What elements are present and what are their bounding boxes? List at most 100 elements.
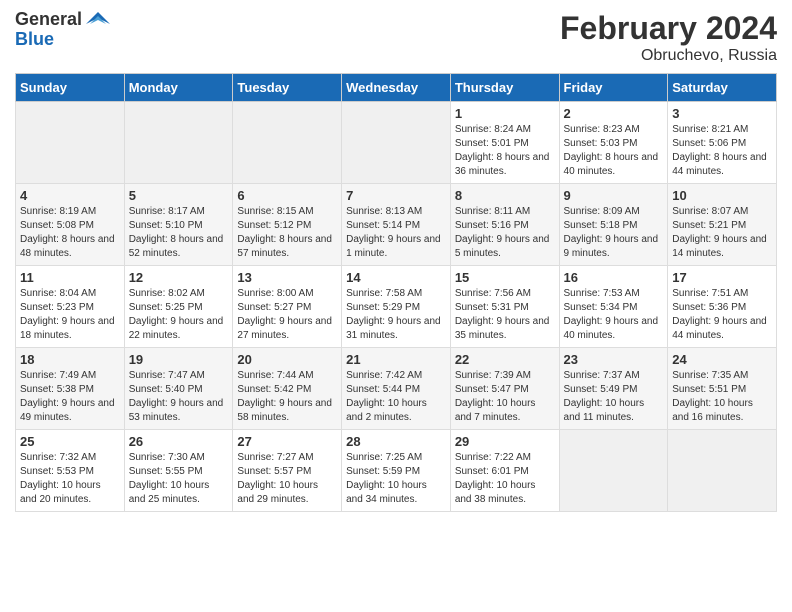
day-number: 21 bbox=[346, 352, 446, 367]
day-cell: 18Sunrise: 7:49 AM Sunset: 5:38 PM Dayli… bbox=[16, 348, 125, 430]
day-info: Sunrise: 7:42 AM Sunset: 5:44 PM Dayligh… bbox=[346, 369, 446, 425]
day-number: 10 bbox=[672, 188, 772, 203]
day-cell: 4Sunrise: 8:19 AM Sunset: 5:08 PM Daylig… bbox=[16, 184, 125, 266]
logo: General Blue bbox=[15, 10, 110, 50]
day-cell: 29 Sunrise: 7:22 AM Sunset: 6:01 PM Dayli… bbox=[450, 430, 559, 512]
day-number: 9 bbox=[564, 188, 664, 203]
day-info: Sunrise: 8:02 AM Sunset: 5:25 PM Dayligh… bbox=[129, 287, 229, 343]
day-cell: 11 Sunrise: 8:04 AM Sunset: 5:23 PM Dayli… bbox=[16, 266, 125, 348]
header-tuesday: Tuesday bbox=[233, 74, 342, 102]
day-info: Sunrise: 8:13 AM Sunset: 5:14 PM Dayligh… bbox=[346, 205, 446, 261]
main-title: February 2024 bbox=[560, 10, 777, 47]
day-cell: 12 Sunrise: 8:02 AM Sunset: 5:25 PM Dayli… bbox=[124, 266, 233, 348]
day-cell bbox=[668, 430, 777, 512]
day-cell: 3Sunrise: 8:21 AM Sunset: 5:06 PM Daylig… bbox=[668, 102, 777, 184]
day-cell: 6Sunrise: 8:15 AM Sunset: 5:12 PM Daylig… bbox=[233, 184, 342, 266]
day-cell: 13 Sunrise: 8:00 AM Sunset: 5:27 PM Dayli… bbox=[233, 266, 342, 348]
header-row: General Blue February 2024 Obruchevo, Ru… bbox=[15, 10, 777, 65]
day-cell bbox=[559, 430, 668, 512]
day-info: Sunrise: 7:47 AM Sunset: 5:40 PM Dayligh… bbox=[129, 369, 229, 425]
day-number: 20 bbox=[237, 352, 337, 367]
day-number: 5 bbox=[129, 188, 229, 203]
calendar-header: Sunday Monday Tuesday Wednesday Thursday… bbox=[16, 74, 777, 102]
day-cell bbox=[124, 102, 233, 184]
header-monday: Monday bbox=[124, 74, 233, 102]
day-info: Sunrise: 7:25 AM Sunset: 5:59 PM Dayligh… bbox=[346, 451, 446, 507]
day-cell: 25 Sunrise: 7:32 AM Sunset: 5:53 PM Dayli… bbox=[16, 430, 125, 512]
day-number: 6 bbox=[237, 188, 337, 203]
day-cell: 1 Sunrise: 8:24 AM Sunset: 5:01 PM Daylig… bbox=[450, 102, 559, 184]
day-number: 11 bbox=[20, 270, 120, 285]
day-info: Sunrise: 7:22 AM Sunset: 6:01 PM Dayligh… bbox=[455, 451, 555, 507]
calendar-body: 1 Sunrise: 8:24 AM Sunset: 5:01 PM Daylig… bbox=[16, 102, 777, 512]
header-wednesday: Wednesday bbox=[342, 74, 451, 102]
day-info: Sunrise: 8:24 AM Sunset: 5:01 PM Dayligh… bbox=[455, 123, 555, 179]
day-number: 2 bbox=[564, 106, 664, 121]
calendar-table: Sunday Monday Tuesday Wednesday Thursday… bbox=[15, 73, 777, 512]
day-number: 24 bbox=[672, 352, 772, 367]
day-number: 14 bbox=[346, 270, 446, 285]
week-row-5: 25 Sunrise: 7:32 AM Sunset: 5:53 PM Dayli… bbox=[16, 430, 777, 512]
day-number: 1 bbox=[455, 106, 555, 121]
day-info: Sunrise: 7:30 AM Sunset: 5:55 PM Dayligh… bbox=[129, 451, 229, 507]
day-info: Sunrise: 7:58 AM Sunset: 5:29 PM Dayligh… bbox=[346, 287, 446, 343]
day-number: 12 bbox=[129, 270, 229, 285]
day-cell: 5 Sunrise: 8:17 AM Sunset: 5:10 PM Daylig… bbox=[124, 184, 233, 266]
day-number: 23 bbox=[564, 352, 664, 367]
day-cell: 24 Sunrise: 7:35 AM Sunset: 5:51 PM Dayli… bbox=[668, 348, 777, 430]
day-number: 22 bbox=[455, 352, 555, 367]
day-cell: 10 Sunrise: 8:07 AM Sunset: 5:21 PM Dayli… bbox=[668, 184, 777, 266]
day-cell: 28 Sunrise: 7:25 AM Sunset: 5:59 PM Dayli… bbox=[342, 430, 451, 512]
day-number: 28 bbox=[346, 434, 446, 449]
logo-blue: Blue bbox=[15, 30, 82, 50]
logo-icon bbox=[86, 12, 110, 36]
day-cell: 17Sunrise: 7:51 AM Sunset: 5:36 PM Dayli… bbox=[668, 266, 777, 348]
day-cell: 16Sunrise: 7:53 AM Sunset: 5:34 PM Dayli… bbox=[559, 266, 668, 348]
day-cell: 23 Sunrise: 7:37 AM Sunset: 5:49 PM Dayli… bbox=[559, 348, 668, 430]
day-cell: 22 Sunrise: 7:39 AM Sunset: 5:47 PM Dayli… bbox=[450, 348, 559, 430]
day-number: 13 bbox=[237, 270, 337, 285]
day-cell: 9 Sunrise: 8:09 AM Sunset: 5:18 PM Daylig… bbox=[559, 184, 668, 266]
day-info: Sunrise: 8:07 AM Sunset: 5:21 PM Dayligh… bbox=[672, 205, 772, 261]
day-cell: 19Sunrise: 7:47 AM Sunset: 5:40 PM Dayli… bbox=[124, 348, 233, 430]
day-cell: 15Sunrise: 7:56 AM Sunset: 5:31 PM Dayli… bbox=[450, 266, 559, 348]
day-number: 16 bbox=[564, 270, 664, 285]
day-info: Sunrise: 7:37 AM Sunset: 5:49 PM Dayligh… bbox=[564, 369, 664, 425]
day-number: 7 bbox=[346, 188, 446, 203]
day-number: 4 bbox=[20, 188, 120, 203]
header-row-days: Sunday Monday Tuesday Wednesday Thursday… bbox=[16, 74, 777, 102]
day-cell: 20 Sunrise: 7:44 AM Sunset: 5:42 PM Dayli… bbox=[233, 348, 342, 430]
day-info: Sunrise: 8:23 AM Sunset: 5:03 PM Dayligh… bbox=[564, 123, 664, 179]
logo-text: General Blue bbox=[15, 10, 82, 50]
day-cell: 8Sunrise: 8:11 AM Sunset: 5:16 PM Daylig… bbox=[450, 184, 559, 266]
day-number: 27 bbox=[237, 434, 337, 449]
header-saturday: Saturday bbox=[668, 74, 777, 102]
page-container: General Blue February 2024 Obruchevo, Ru… bbox=[0, 0, 792, 522]
title-block: February 2024 Obruchevo, Russia bbox=[560, 10, 777, 65]
day-info: Sunrise: 7:32 AM Sunset: 5:53 PM Dayligh… bbox=[20, 451, 120, 507]
day-cell bbox=[342, 102, 451, 184]
day-info: Sunrise: 8:04 AM Sunset: 5:23 PM Dayligh… bbox=[20, 287, 120, 343]
day-number: 29 bbox=[455, 434, 555, 449]
logo-general: General bbox=[15, 10, 82, 30]
subtitle: Obruchevo, Russia bbox=[560, 47, 777, 65]
day-info: Sunrise: 8:17 AM Sunset: 5:10 PM Dayligh… bbox=[129, 205, 229, 261]
day-cell: 21 Sunrise: 7:42 AM Sunset: 5:44 PM Dayli… bbox=[342, 348, 451, 430]
day-info: Sunrise: 8:00 AM Sunset: 5:27 PM Dayligh… bbox=[237, 287, 337, 343]
day-number: 3 bbox=[672, 106, 772, 121]
day-number: 25 bbox=[20, 434, 120, 449]
day-info: Sunrise: 7:35 AM Sunset: 5:51 PM Dayligh… bbox=[672, 369, 772, 425]
day-info: Sunrise: 8:09 AM Sunset: 5:18 PM Dayligh… bbox=[564, 205, 664, 261]
header-sunday: Sunday bbox=[16, 74, 125, 102]
week-row-1: 1 Sunrise: 8:24 AM Sunset: 5:01 PM Daylig… bbox=[16, 102, 777, 184]
day-number: 15 bbox=[455, 270, 555, 285]
day-info: Sunrise: 7:39 AM Sunset: 5:47 PM Dayligh… bbox=[455, 369, 555, 425]
day-cell: 7 Sunrise: 8:13 AM Sunset: 5:14 PM Daylig… bbox=[342, 184, 451, 266]
day-cell: 2 Sunrise: 8:23 AM Sunset: 5:03 PM Daylig… bbox=[559, 102, 668, 184]
week-row-2: 4Sunrise: 8:19 AM Sunset: 5:08 PM Daylig… bbox=[16, 184, 777, 266]
week-row-4: 18Sunrise: 7:49 AM Sunset: 5:38 PM Dayli… bbox=[16, 348, 777, 430]
day-info: Sunrise: 7:44 AM Sunset: 5:42 PM Dayligh… bbox=[237, 369, 337, 425]
day-info: Sunrise: 7:49 AM Sunset: 5:38 PM Dayligh… bbox=[20, 369, 120, 425]
day-number: 8 bbox=[455, 188, 555, 203]
day-number: 17 bbox=[672, 270, 772, 285]
